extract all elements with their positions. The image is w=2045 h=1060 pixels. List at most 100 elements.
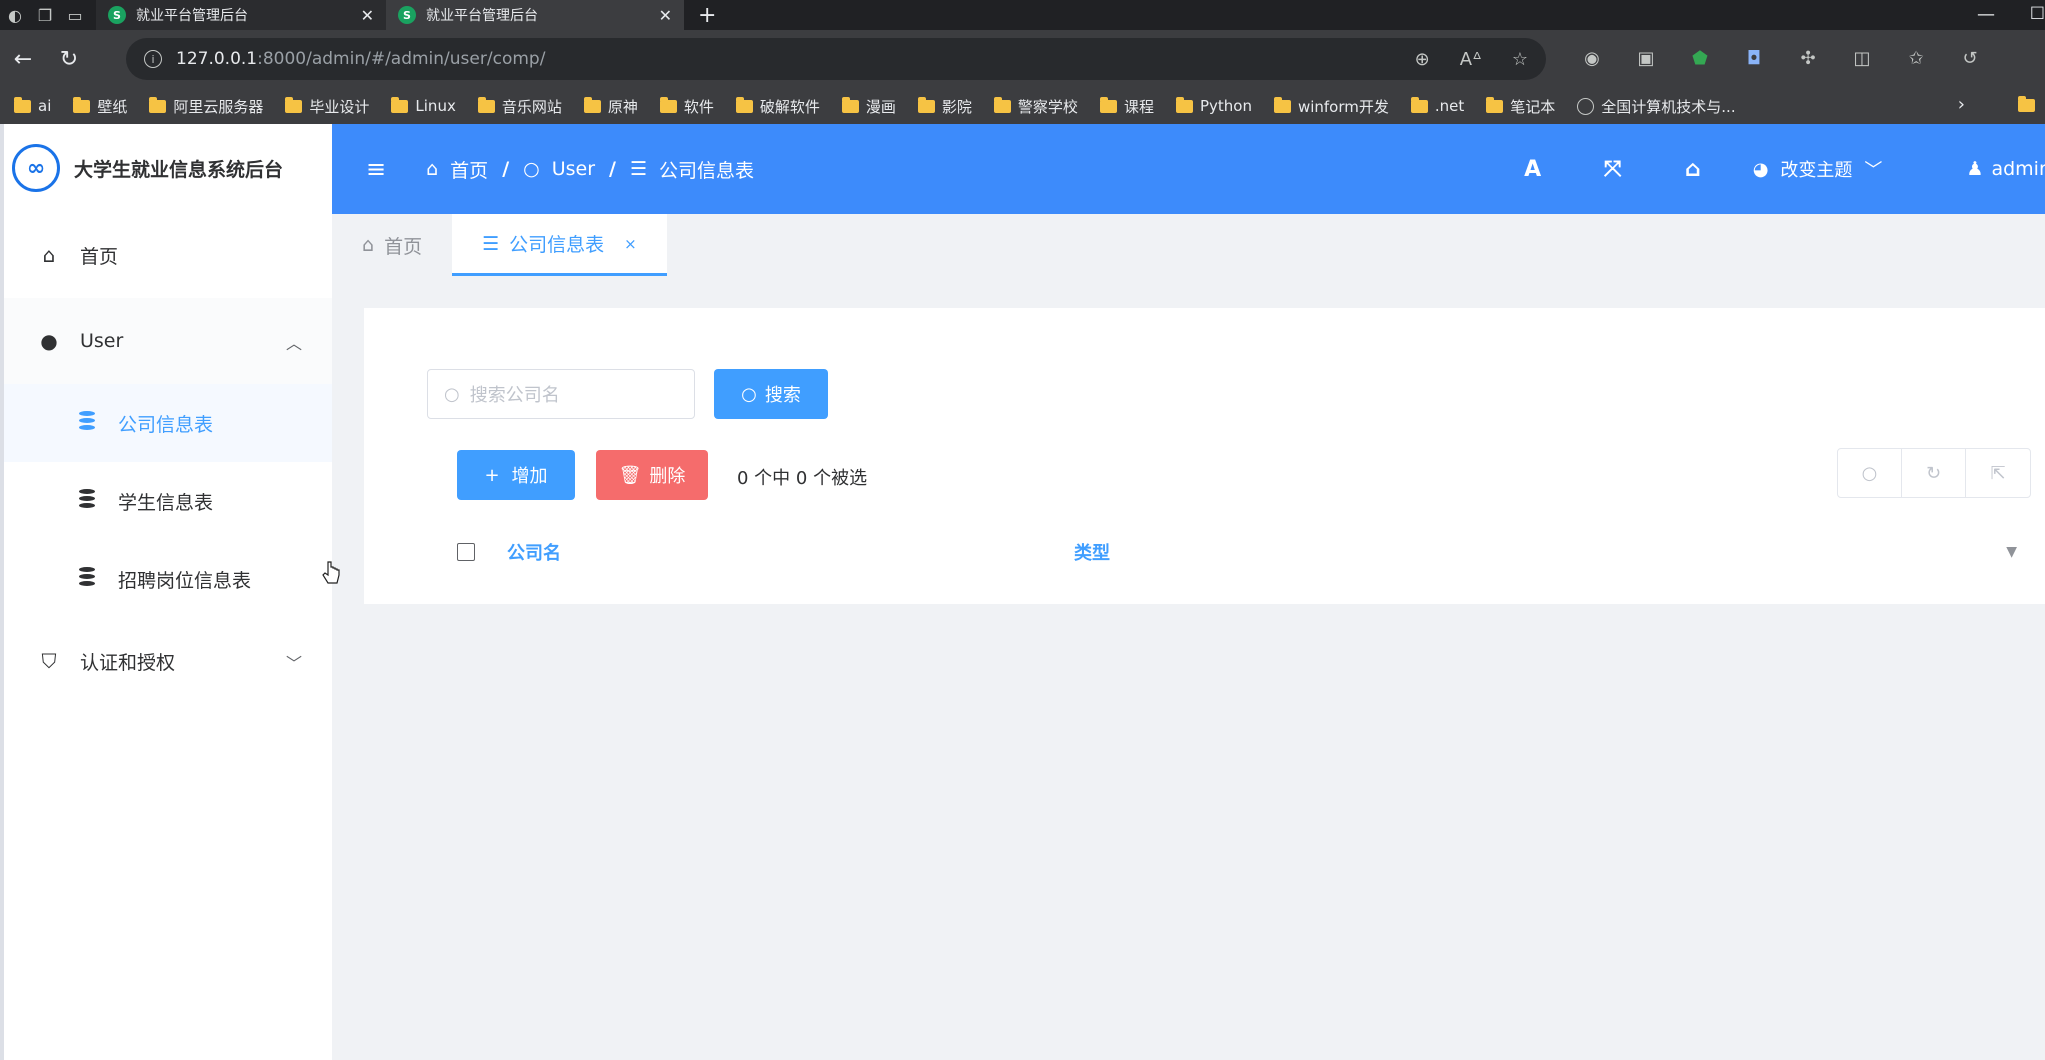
search-icon: ○	[444, 383, 460, 405]
home-icon[interactable]: ⌂	[1653, 157, 1733, 182]
add-button[interactable]: + 增加	[457, 450, 575, 500]
bookmarks-bar: ai 壁纸 阿里云服务器 毕业设计 Linux 音乐网站 原神 软件 破解软件 …	[0, 88, 2045, 124]
folder-icon	[841, 96, 859, 113]
back-icon[interactable]: ←	[0, 47, 46, 72]
breadcrumb-home[interactable]: 首页	[450, 156, 488, 183]
select-all-checkbox[interactable]	[457, 543, 475, 561]
bookmark-folder[interactable]: Python	[1175, 96, 1252, 115]
sidebar-item-home[interactable]: ⌂ 首页	[4, 212, 332, 298]
close-tab-icon[interactable]: ✕	[659, 6, 672, 25]
sidebar-group-user[interactable]: ● User ︿	[4, 298, 332, 384]
bookmark-folder[interactable]: 课程	[1099, 96, 1154, 117]
sidebar-item-label: 首页	[80, 245, 119, 268]
sidebar-item-company[interactable]: 公司信息表	[4, 384, 332, 462]
bookmark-folder[interactable]: .net	[1410, 96, 1464, 115]
extension-icon[interactable]: ▣	[1634, 46, 1658, 70]
bookmark-folder[interactable]: 警察学校	[993, 96, 1078, 117]
reload-icon[interactable]: ↻	[46, 47, 92, 72]
logo-icon: ∞	[12, 144, 60, 192]
home-icon: ⌂	[426, 158, 439, 180]
favorite-star-icon[interactable]: ☆	[1512, 49, 1528, 70]
refresh-icon[interactable]: ↻	[1902, 449, 1966, 497]
folder-icon	[14, 96, 31, 113]
sidebar-item-student[interactable]: 学生信息表	[4, 462, 332, 540]
minimize-icon[interactable]: —	[1977, 4, 1995, 25]
bookmark-folder[interactable]: 毕业设计	[285, 96, 369, 117]
read-aloud-icon[interactable]: Aᐞ	[1460, 49, 1482, 70]
browser-profile-icon[interactable]: ◐	[0, 0, 30, 30]
split-screen-icon[interactable]: ◫	[1850, 46, 1874, 70]
breadcrumb-user[interactable]: User	[552, 158, 595, 180]
bookmark-folder[interactable]: Linux	[391, 96, 456, 115]
other-bookmarks-folder-icon[interactable]	[2018, 96, 2035, 112]
bookmark-folder[interactable]: 漫画	[841, 96, 896, 117]
sidebar-logo[interactable]: ∞ 大学生就业信息系统后台	[4, 124, 332, 212]
extension-icon[interactable]: ◉	[1580, 46, 1604, 70]
shield-icon: ⛉	[41, 649, 57, 673]
bookmark-folder[interactable]: winform开发	[1273, 96, 1389, 117]
bookmark-folder[interactable]: ai	[14, 96, 51, 115]
bookmark-folder[interactable]: 阿里云服务器	[149, 96, 263, 117]
shield-extension-icon[interactable]: ⬟	[1688, 46, 1712, 70]
sidebar-item-label: 公司信息表	[118, 413, 214, 436]
search-icon[interactable]: ○	[1838, 449, 1902, 497]
user-menu[interactable]: ♟ admin	[1966, 158, 2045, 180]
browser-tab-2[interactable]: S 就业平台管理后台 ✕	[386, 0, 684, 30]
bookmark-folder[interactable]: 影院	[917, 96, 972, 117]
database-icon: ☰	[630, 158, 648, 180]
history-icon[interactable]: ↺	[1958, 46, 1982, 70]
sidebar-item-label: 学生信息表	[118, 491, 214, 514]
export-icon[interactable]: ⇱	[1966, 449, 2030, 497]
tab-label: 公司信息表	[509, 234, 605, 256]
extensions-puzzle-icon[interactable]: ✣	[1796, 46, 1820, 70]
site-title: 大学生就业信息系统后台	[74, 158, 284, 181]
sidebar-item-jobs[interactable]: 招聘岗位信息表	[4, 540, 332, 618]
close-icon[interactable]: ×	[624, 235, 637, 253]
search-button[interactable]: ○ 搜索	[714, 369, 828, 419]
folder-icon	[149, 96, 167, 113]
circle-icon: ●	[40, 329, 58, 353]
column-company-name[interactable]: 公司名	[507, 539, 561, 565]
new-tab-icon[interactable]: +	[698, 3, 716, 28]
chevron-right-icon[interactable]: ›	[1958, 94, 1965, 115]
home-icon: ⌂	[362, 234, 375, 256]
delete-button[interactable]: 🗑︎ 删除	[596, 450, 708, 500]
extension-icon[interactable]: ◘	[1742, 46, 1766, 70]
bookmark-folder[interactable]: 软件	[659, 96, 714, 117]
site-info-icon[interactable]: i	[144, 50, 162, 68]
window-control-icon[interactable]: □	[2030, 2, 2045, 21]
bookmark-folder[interactable]: 壁纸	[73, 96, 127, 117]
tab-company[interactable]: ☰ 公司信息表 ×	[452, 214, 667, 276]
folder-icon	[735, 96, 753, 113]
breadcrumb-current: 公司信息表	[659, 159, 755, 182]
database-icon: ☰	[482, 232, 500, 255]
sort-caret-icon[interactable]: ▼	[2006, 544, 2017, 560]
top-header: ≡ ⌂ 首页 / ○ User / ☰ 公司信息表 A ⤧ ⌂ ◕ 改变主题 ﹀…	[332, 124, 2045, 214]
table-header: 公司名 类型 ▼	[457, 532, 2017, 572]
sidebar-group-auth[interactable]: ⛉ 认证和授权 ﹀	[4, 618, 332, 704]
pointer-cursor-icon	[322, 561, 340, 584]
search-input[interactable]: ○ 搜索公司名	[427, 369, 695, 419]
bookmark-folder[interactable]: 音乐网站	[477, 96, 562, 117]
theme-switcher[interactable]: ◕ 改变主题 ﹀	[1753, 156, 1883, 182]
zoom-icon[interactable]: ⊕	[1415, 49, 1430, 70]
bookmark-folder[interactable]: 笔记本	[1486, 96, 1555, 117]
workspaces-icon[interactable]: ❐	[30, 0, 60, 30]
font-size-icon[interactable]: A	[1493, 157, 1573, 182]
bookmark-folder[interactable]: 原神	[583, 96, 638, 117]
tab-actions-icon[interactable]: ▭	[60, 0, 90, 30]
browser-tab-1[interactable]: S 就业平台管理后台 ✕	[96, 0, 386, 30]
tab-home[interactable]: ⌂ 首页	[332, 214, 452, 276]
breadcrumb-separator: /	[502, 158, 510, 180]
fullscreen-icon[interactable]: ⤧	[1573, 157, 1653, 182]
search-placeholder: 搜索公司名	[469, 385, 560, 406]
favorites-icon[interactable]: ✩	[1904, 46, 1928, 70]
url-input[interactable]: i 127.0.0.1:8000/admin/#/admin/user/comp…	[126, 38, 1546, 80]
close-tab-icon[interactable]: ✕	[361, 6, 374, 25]
bookmark-folder[interactable]: 破解软件	[735, 96, 820, 117]
column-type[interactable]: 类型	[1074, 539, 1110, 565]
bookmark-link[interactable]: 全国计算机技术与...	[1577, 96, 1736, 117]
folder-icon	[1099, 96, 1117, 113]
menu-toggle-icon[interactable]: ≡	[366, 155, 386, 183]
folder-icon	[583, 96, 601, 113]
